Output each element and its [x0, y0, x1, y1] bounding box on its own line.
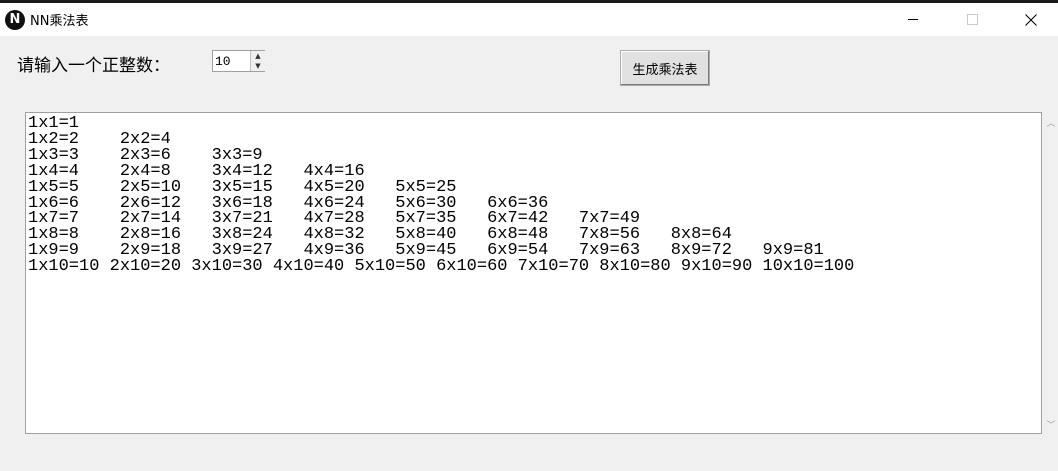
vertical-scrollbar[interactable]: ︿ ﹀ — [1044, 112, 1058, 434]
minimize-icon — [908, 19, 918, 20]
arrow-down-icon: ▼ — [255, 61, 261, 70]
number-input[interactable] — [215, 51, 249, 71]
window-title: NN乘法表 — [30, 14, 89, 29]
number-spinbox[interactable]: ▲ ▼ — [212, 50, 265, 72]
scroll-down-button[interactable]: ﹀ — [1044, 416, 1058, 432]
app-icon: N — [5, 9, 25, 30]
arrow-up-icon: ▲ — [255, 51, 261, 60]
spin-down-button[interactable]: ▼ — [250, 61, 265, 71]
multiplication-table-text: 1x1=1 1x2=2 2x2=4 1x3=3 2x3=6 3x3=9 1x4=… — [28, 114, 855, 277]
scroll-up-button[interactable]: ︿ — [1044, 114, 1058, 130]
chevron-up-icon: ︿ — [1046, 118, 1056, 129]
title-bar[interactable]: N NN乘法表 — [0, 3, 1058, 36]
maximize-icon — [966, 14, 978, 25]
chevron-down-icon: ﹀ — [1046, 420, 1056, 431]
generate-table-button[interactable]: 生成乘法表 — [620, 50, 710, 86]
minimize-button[interactable] — [890, 3, 936, 36]
maximize-button[interactable] — [949, 3, 995, 36]
close-button[interactable] — [1008, 3, 1054, 36]
close-icon — [1025, 13, 1037, 26]
prompt-label: 请输入一个正整数： — [17, 56, 170, 76]
output-textarea[interactable]: 1x1=1 1x2=2 2x2=4 1x3=3 2x3=6 3x3=9 1x4=… — [25, 112, 1042, 434]
